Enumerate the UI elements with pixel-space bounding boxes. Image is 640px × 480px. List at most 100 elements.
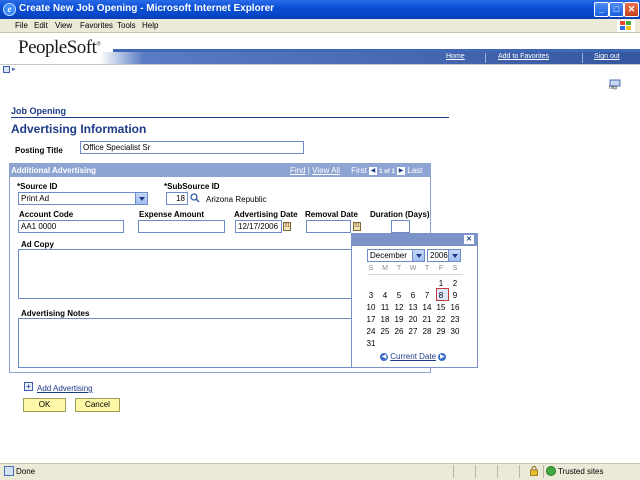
add-advertising-link[interactable]: Add Advertising	[37, 384, 93, 393]
menu-bar: File Edit View Favorites Tools Help	[0, 19, 640, 33]
calendar-day[interactable]: 10	[364, 303, 378, 312]
calendar-day[interactable]: 21	[420, 315, 434, 324]
minimize-button[interactable]: _	[594, 2, 609, 17]
menu-file[interactable]: File	[15, 21, 28, 30]
menu-tools[interactable]: Tools	[117, 21, 136, 30]
page-title: Advertising Information	[11, 122, 147, 136]
lookup-icon[interactable]	[190, 193, 200, 205]
maximize-button[interactable]: □	[609, 2, 624, 17]
calendar-day[interactable]: 18	[378, 315, 392, 324]
calendar-day[interactable]: 1	[434, 279, 448, 288]
menu-toggle-icon[interactable]	[3, 66, 10, 73]
calendar-day[interactable]: 29	[434, 327, 448, 336]
cancel-button[interactable]: Cancel	[75, 398, 120, 412]
calendar-month-select[interactable]: December	[367, 249, 425, 262]
subsource-id-input[interactable]: 18	[166, 192, 188, 205]
calendar-day[interactable]: 30	[448, 327, 462, 336]
next-day-icon[interactable]: ▶	[438, 352, 447, 361]
calendar-day[interactable]: 3	[364, 291, 378, 300]
calendar-day[interactable]: 15	[434, 303, 448, 312]
menu-edit[interactable]: Edit	[34, 21, 48, 30]
calendar-day[interactable]: 16	[448, 303, 462, 312]
calendar-day[interactable]: 31	[364, 339, 378, 348]
status-separator	[543, 465, 544, 478]
source-id-value: Print Ad	[21, 194, 50, 203]
page-done-icon	[4, 466, 14, 476]
account-code-input[interactable]: AA1 0000	[18, 220, 124, 233]
expand-arrow-icon[interactable]: ▸	[12, 65, 16, 73]
window-title: Create New Job Opening - Microsoft Inter…	[19, 3, 275, 14]
calendar-day[interactable]: 22	[434, 315, 448, 324]
calendar-day[interactable]: 27	[406, 327, 420, 336]
calendar-day[interactable]: 12	[392, 303, 406, 312]
security-zone-text: Trusted sites	[558, 467, 604, 476]
calendar-day[interactable]: 2	[448, 279, 462, 288]
ok-button[interactable]: OK	[23, 398, 66, 412]
calendar-day[interactable]: 19	[392, 315, 406, 324]
calendar-divider	[368, 274, 463, 275]
calendar-month-value: December	[370, 251, 407, 260]
window-title-bar[interactable]: e Create New Job Opening - Microsoft Int…	[0, 0, 640, 19]
ad-copy-textarea[interactable]	[18, 249, 354, 299]
add-row-icon[interactable]: +	[24, 382, 33, 391]
calendar-day[interactable]: 11	[378, 303, 392, 312]
calendar-day[interactable]: 6	[406, 291, 420, 300]
removal-date-input[interactable]	[306, 220, 351, 233]
calendar-day[interactable]: 13	[406, 303, 420, 312]
close-button[interactable]: ✕	[624, 2, 639, 17]
duration-label: Duration (Days)	[370, 210, 430, 219]
dropdown-arrow-icon[interactable]	[412, 250, 424, 261]
calendar-day[interactable]: 14	[420, 303, 434, 312]
row-range: 1 of 1	[379, 169, 395, 175]
advertising-date-label: Advertising Date	[234, 210, 298, 219]
calendar-day[interactable]: 5	[392, 291, 406, 300]
next-row-icon[interactable]: ▶	[397, 166, 406, 175]
status-separator	[519, 465, 520, 478]
calendar-icon[interactable]: 31	[283, 222, 291, 231]
component-header: Job Opening	[11, 106, 66, 116]
expense-amount-label: Expense Amount	[139, 210, 205, 219]
calendar-close-icon[interactable]: ✕	[464, 235, 474, 244]
calendar-year-value: 2006	[430, 251, 448, 260]
sign-out-link[interactable]: Sign out	[594, 53, 620, 60]
calendar-day[interactable]: 25	[378, 327, 392, 336]
find-link[interactable]: Find	[290, 166, 306, 175]
calendar-day[interactable]: 28	[420, 327, 434, 336]
source-id-select[interactable]: Print Ad	[18, 192, 148, 205]
calendar-day[interactable]: 24	[364, 327, 378, 336]
grid-nav-separator: |	[307, 166, 310, 175]
previous-day-icon[interactable]: ◀	[380, 352, 388, 361]
calendar-day[interactable]: 17	[364, 315, 378, 324]
calendar-day[interactable]: 26	[392, 327, 406, 336]
calendar-year-select[interactable]: 2006	[427, 249, 461, 262]
status-separator	[453, 465, 454, 478]
calendar-day[interactable]: 4	[378, 291, 392, 300]
dropdown-arrow-icon[interactable]	[135, 193, 147, 204]
advertising-notes-textarea[interactable]	[18, 318, 354, 368]
posting-title-input[interactable]: Office Specialist Sr	[80, 141, 304, 154]
calendar-day[interactable]: 7	[420, 291, 434, 300]
menu-help[interactable]: Help	[142, 21, 158, 30]
calendar-day[interactable]: 9	[448, 291, 462, 300]
current-date-link[interactable]: Current Date	[390, 352, 436, 361]
add-to-favorites-link[interactable]: Add to Favorites	[498, 53, 549, 60]
view-all-link[interactable]: View All	[312, 166, 340, 175]
home-link[interactable]: Home	[446, 53, 465, 60]
calendar-day-selected[interactable]: 8	[434, 291, 448, 300]
advertising-date-input[interactable]: 12/17/2006	[235, 220, 282, 233]
calendar-icon[interactable]: 31	[353, 222, 361, 231]
expense-amount-input[interactable]	[138, 220, 225, 233]
calendar-day[interactable]: 20	[406, 315, 420, 324]
calendar-dow: S	[368, 265, 374, 272]
calendar-dow: S	[452, 265, 458, 272]
peoplesoft-logo: PeopleSoft®	[18, 37, 101, 58]
advertising-notes-label: Advertising Notes	[21, 309, 90, 318]
dropdown-arrow-icon[interactable]	[448, 250, 460, 261]
previous-row-icon[interactable]: ◀	[368, 166, 377, 175]
duration-input[interactable]	[391, 220, 410, 233]
calendar-day[interactable]: 23	[448, 315, 462, 324]
nav-separator	[485, 53, 486, 63]
menu-view[interactable]: View	[55, 21, 72, 30]
status-text: Done	[16, 467, 36, 476]
menu-favorites[interactable]: Favorites	[80, 21, 113, 30]
